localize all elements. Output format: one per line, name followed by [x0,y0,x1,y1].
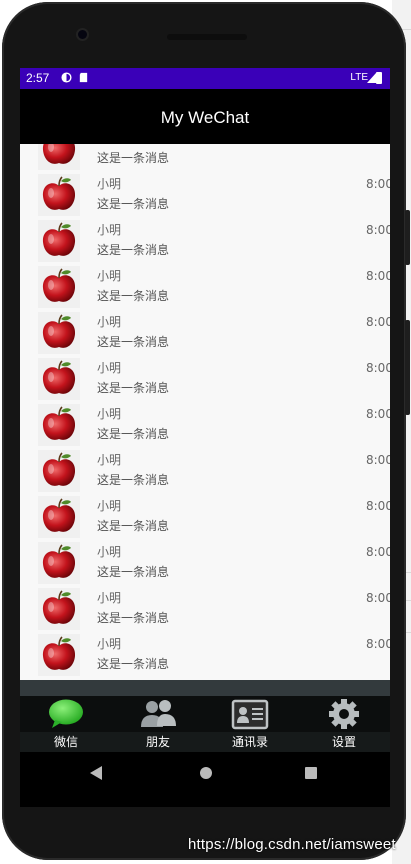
contact-name: 小明 [97,177,122,191]
page-title: My WeChat [160,108,250,127]
tab-wechat[interactable]: 微信 [20,696,112,752]
avatar [38,174,80,216]
list-item[interactable]: 小明这是一条消息 8:00 [20,494,390,540]
tab-label: 朋友 [145,735,170,749]
message-preview: 这是一条消息 [97,473,170,487]
power-button [405,210,410,265]
tab-label: 通讯录 [231,735,268,749]
tab-contacts[interactable]: 通讯录 [204,696,296,752]
message-time: 8:00 [366,315,390,329]
contact-name: 小明 [97,269,122,283]
message-time: 8:00 [366,499,390,513]
avatar [38,404,80,446]
list-item[interactable]: 小明这是一条消息 8:00 [20,144,390,172]
earpiece-speaker [167,34,247,40]
recent-apps-icon[interactable] [305,767,317,779]
message-preview: 这是一条消息 [97,243,170,257]
list-item[interactable]: 小明这是一条消息 8:00 [20,172,390,218]
network-type: LTE [350,72,368,83]
device-screen: 2:57 LTE My WeChat 小明这是一条消息8:00小明这是一条消息8… [20,68,390,807]
app-notification-icon [61,72,72,83]
chat-bubble-icon [49,699,83,728]
gear-icon [329,699,359,729]
list-item[interactable]: 小明这是一条消息 8:00 [20,540,390,586]
bottom-tab-bar: 微信 朋友 通讯录 设置 [20,696,390,752]
message-preview: 这是一条消息 [97,381,170,395]
message-time: 8:00 [366,637,390,651]
message-preview: 这是一条消息 [97,197,170,211]
friends-icon [141,700,176,727]
list-item[interactable]: 小明这是一条消息 8:00 [20,356,390,402]
contacts-card-icon [231,699,269,730]
avatar [38,358,80,400]
list-item[interactable]: 小明这是一条消息 8:00 [20,310,390,356]
contact-name: 小明 [97,591,122,605]
chat-list[interactable]: 小明这是一条消息8:00小明这是一条消息8:00小明这是一条消息8:00小明这是… [20,144,390,680]
contact-name: 小明 [97,315,122,329]
message-time: 8:00 [366,269,390,283]
status-time: 2:57 [26,71,50,85]
avatar [38,450,80,492]
avatar [38,634,80,676]
list-item[interactable]: 小明这是一条消息 8:00 [20,448,390,494]
tab-settings[interactable]: 设置 [298,696,390,752]
contact-name: 小明 [97,361,122,375]
contact-name: 小明 [97,499,122,513]
message-preview: 这是一条消息 [97,335,170,349]
message-time: 8:00 [366,361,390,375]
message-time: 8:00 [366,144,390,145]
status-bar: 2:57 LTE [20,68,390,89]
tab-friends[interactable]: 朋友 [112,696,204,752]
list-item[interactable]: 小明这是一条消息 8:00 [20,402,390,448]
message-preview: 这是一条消息 [97,565,170,579]
list-item[interactable]: 小明这是一条消息 8:00 [20,632,390,678]
avatar [38,542,80,584]
avatar [38,588,80,630]
contact-name: 小明 [97,407,122,421]
contact-name: 小明 [97,144,121,146]
message-time: 8:00 [366,591,390,605]
battery-icon [376,72,382,84]
avatar [38,144,80,170]
message-time: 8:00 [366,407,390,421]
avatar [38,220,80,262]
message-preview: 这是一条消息 [97,611,170,625]
message-time: 8:00 [366,545,390,559]
message-preview: 这是一条消息 [97,289,170,303]
contact-name: 小明 [97,223,122,237]
avatar [38,496,80,538]
phone-frame: 2:57 LTE My WeChat 小明这是一条消息8:00小明这是一条消息8… [2,2,406,860]
avatar [38,312,80,354]
contact-name: 小明 [97,453,122,467]
message-time: 8:00 [366,223,390,237]
list-tab-divider [20,680,390,696]
tab-label: 微信 [53,735,78,749]
message-preview: 这是一条消息 [97,151,170,165]
app-bar: My WeChat [20,89,390,144]
signal-icon [367,73,376,83]
tab-label: 设置 [331,735,356,749]
home-icon[interactable] [200,767,212,779]
message-time: 8:00 [366,177,390,191]
list-item[interactable]: 小明这是一条消息 8:00 [20,218,390,264]
back-icon[interactable] [90,766,102,780]
list-item[interactable]: 小明这是一条消息 8:00 [20,586,390,632]
front-camera [78,30,87,39]
contact-name: 小明 [97,545,122,559]
list-item[interactable]: 小明这是一条消息 8:00 [20,264,390,310]
watermark: https://blog.csdn.net/iamsweet [188,836,396,853]
system-nav-bar [20,752,390,807]
message-preview: 这是一条消息 [97,657,170,671]
message-preview: 这是一条消息 [97,519,170,533]
avatar [38,266,80,308]
volume-button [405,320,410,415]
sd-card-icon [79,72,88,83]
contact-name: 小明 [97,637,122,651]
message-time: 8:00 [366,453,390,467]
message-preview: 这是一条消息 [97,427,170,441]
